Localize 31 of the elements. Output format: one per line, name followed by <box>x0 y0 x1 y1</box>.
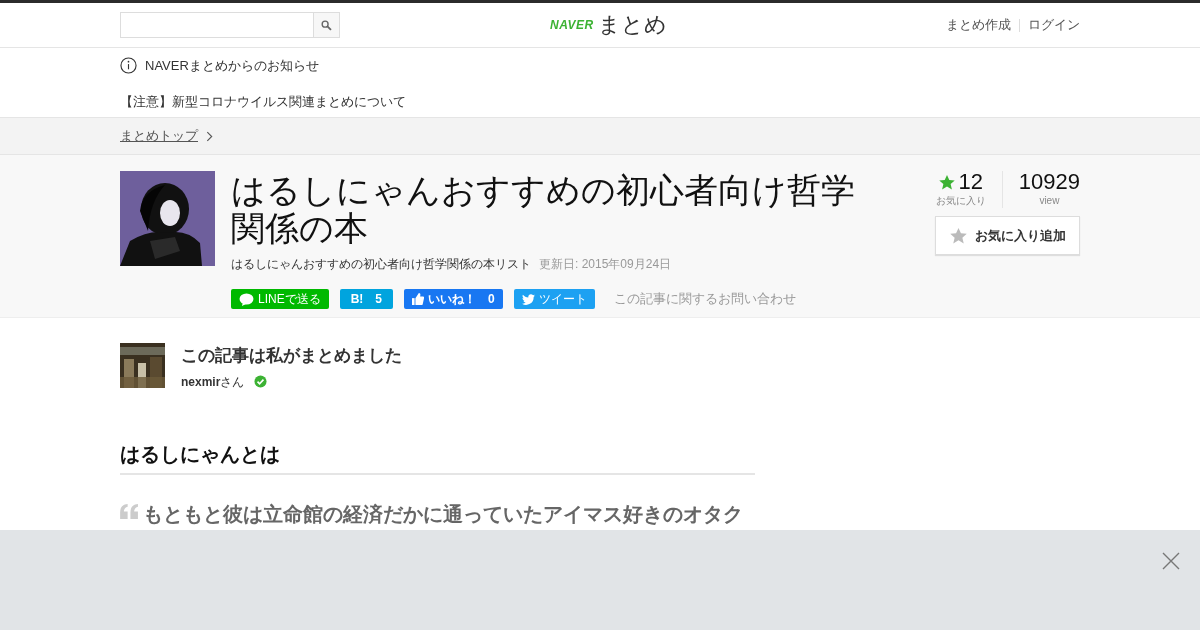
close-icon <box>1162 551 1180 570</box>
close-button[interactable] <box>1162 550 1180 570</box>
quote-text: もともと彼は立命館の経済だかに通っていたアイマス好きのオタク <box>143 501 743 527</box>
thumbs-up-icon <box>412 293 425 305</box>
add-favorite-button[interactable]: お気に入り追加 <box>935 216 1080 255</box>
article-title: はるしにゃんおすすめの初心者向け哲学関係の本 <box>231 171 856 247</box>
notice-title: NAVERまとめからのお知らせ <box>145 57 319 75</box>
curator-name[interactable]: nexmirさん <box>181 372 245 391</box>
chevron-right-icon <box>206 130 213 142</box>
share-button[interactable]: いいね！ 0 <box>404 289 503 309</box>
star-icon <box>938 174 955 190</box>
bird-icon <box>521 293 535 305</box>
curator-heading: この記事は私がまとめました <box>181 345 402 367</box>
logo[interactable]: NAVER まとめ <box>550 14 667 36</box>
view-label: view <box>1039 194 1060 208</box>
header-link[interactable]: まとめ作成 <box>946 15 1011 35</box>
section-heading: はるしにゃんとは <box>120 438 755 475</box>
breadcrumb-link[interactable]: まとめトップ <box>120 126 198 146</box>
notice-link[interactable]: 【注意】新型コロナウイルス関連まとめについて <box>120 91 406 111</box>
star-icon <box>949 227 967 244</box>
favorite-count: 12 <box>958 171 984 193</box>
search-icon <box>321 19 332 31</box>
search-button[interactable] <box>313 13 339 37</box>
quote-icon <box>120 503 139 519</box>
view-count: 10929 <box>1018 171 1080 193</box>
header-link[interactable]: ログイン <box>1028 15 1080 35</box>
favorite-label: お気に入り <box>935 194 986 208</box>
search-field[interactable] <box>120 12 340 38</box>
info-icon <box>120 57 137 75</box>
article-description: はるしにゃんおすすめの初心者向け哲学関係の本リスト <box>231 256 531 273</box>
updated-date: 更新日: 2015年09月24日 <box>539 256 672 273</box>
